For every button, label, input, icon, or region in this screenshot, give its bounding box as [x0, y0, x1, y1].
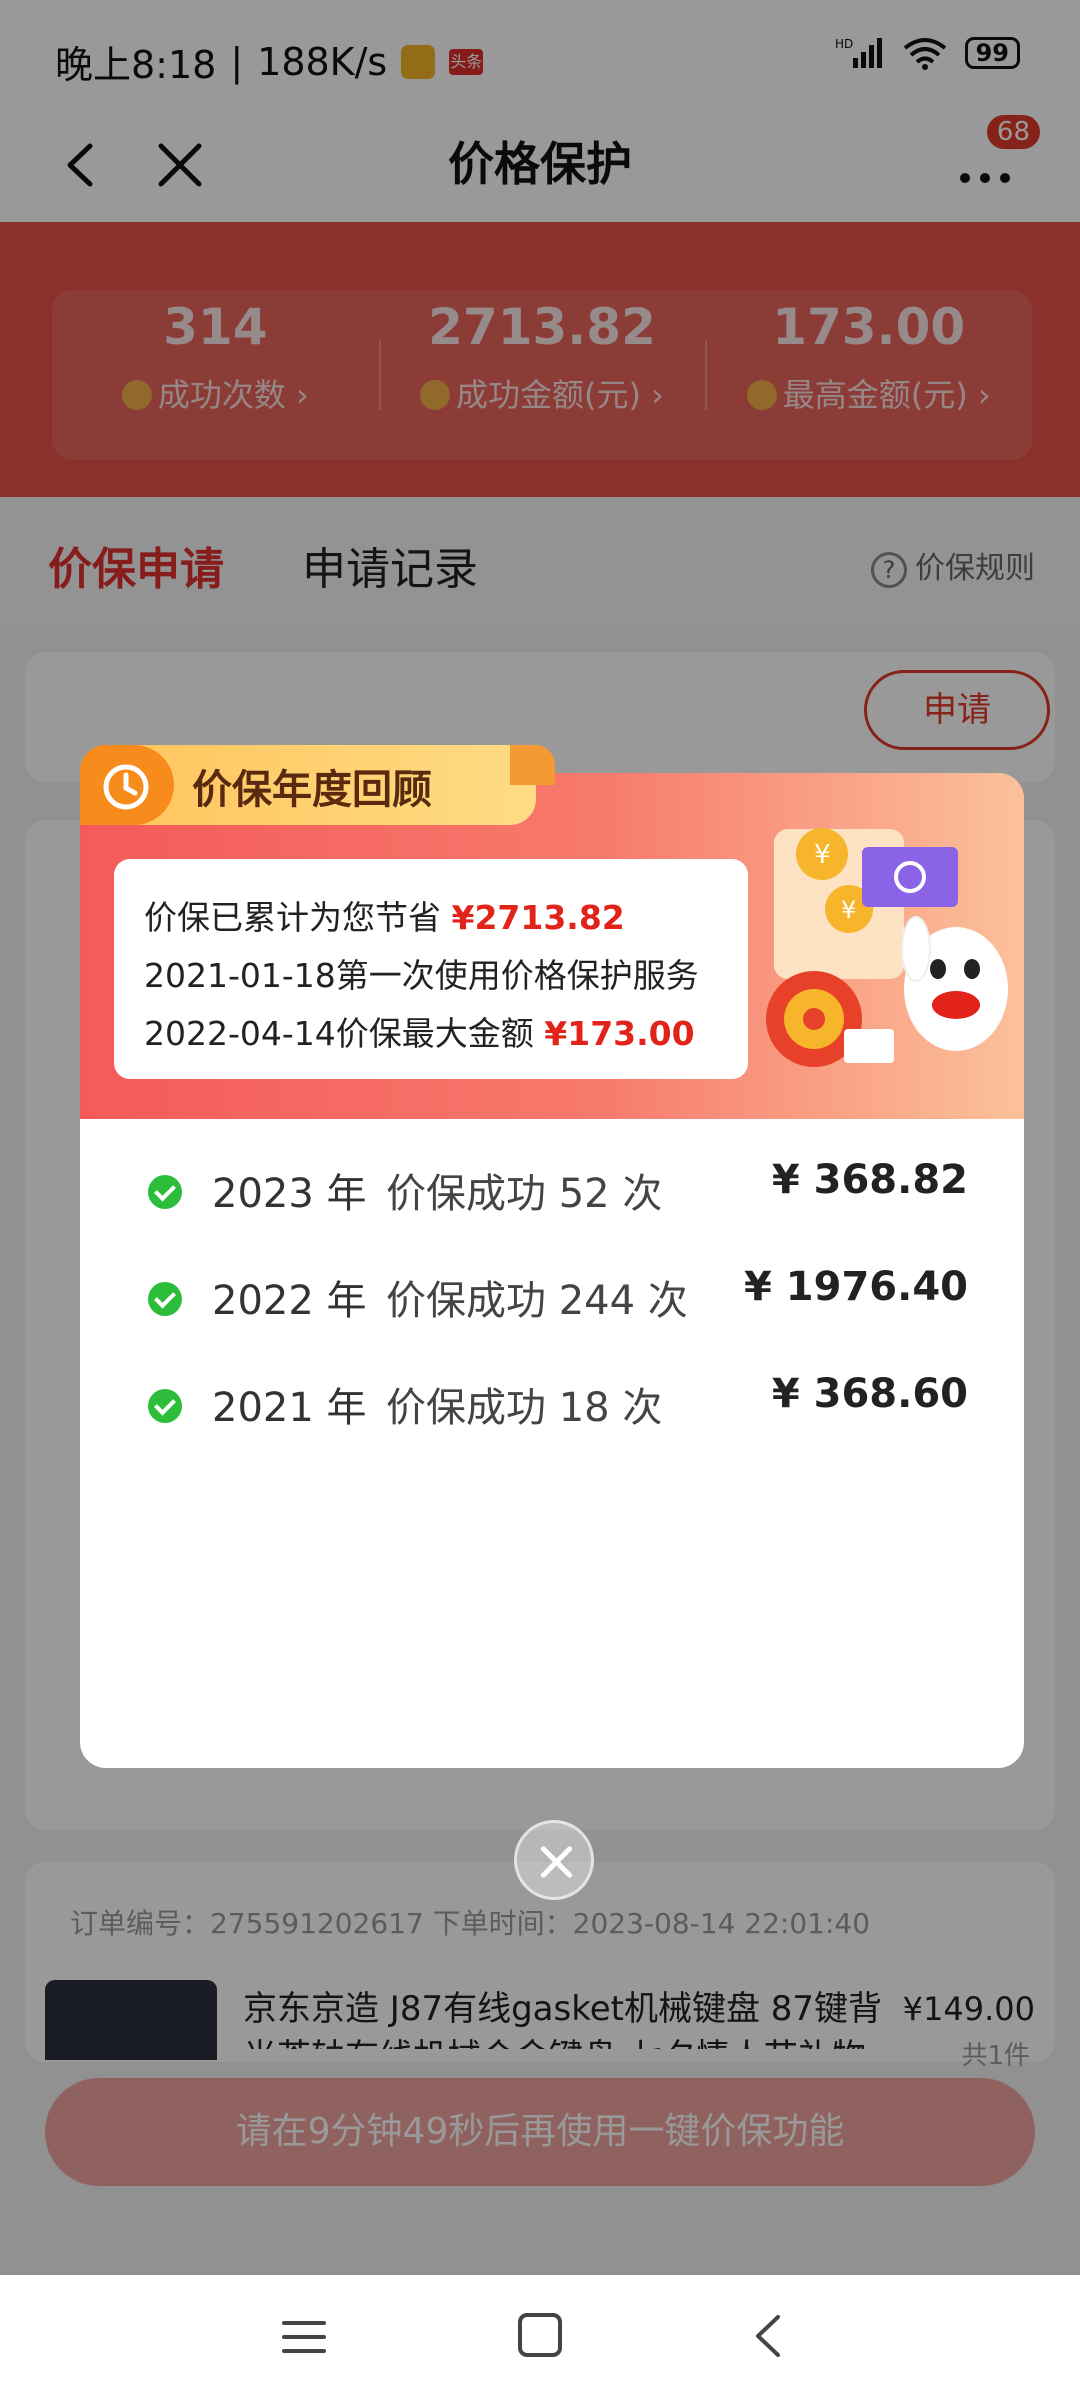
- check-icon: [148, 1389, 182, 1423]
- total-saved-line: 价保已累计为您节省 ¥2713.82: [144, 889, 718, 947]
- total-saved-prefix: 价保已累计为您节省: [144, 898, 452, 937]
- savings-summary: 价保已累计为您节省 ¥2713.82 2021-01-18第一次使用价格保护服务…: [114, 859, 748, 1079]
- year-label: 2022 年: [212, 1278, 367, 1324]
- home-icon[interactable]: [518, 2313, 562, 2357]
- ribbon-tail: [510, 745, 555, 785]
- year-row: 2022 年 价保成功 244 次 ¥ 1976.40: [148, 1264, 968, 1375]
- history-icon: [80, 745, 174, 825]
- svg-text:¥: ¥: [814, 840, 831, 870]
- year-label: 2023 年: [212, 1171, 367, 1217]
- max-amount-line: 2022-04-14价保最大金额 ¥173.00: [144, 1005, 718, 1063]
- annual-review-modal: 价保年度回顾 价保已累计为您节省 ¥2713.82 2021-01-18第一次使…: [80, 745, 1024, 1768]
- yearly-list: 2023 年 价保成功 52 次 ¥ 368.82 2022 年 价保成功 24…: [148, 1157, 968, 1482]
- system-nav-bar: [0, 2275, 1080, 2400]
- year-row: 2021 年 价保成功 18 次 ¥ 368.60: [148, 1371, 968, 1482]
- modal-close-button[interactable]: [514, 1820, 594, 1900]
- max-amount-value: ¥173.00: [544, 1014, 695, 1053]
- menu-icon[interactable]: [280, 2317, 328, 2357]
- first-use-line: 2021-01-18第一次使用价格保护服务: [144, 956, 699, 995]
- check-icon: [148, 1282, 182, 1316]
- mascot-illustration: ¥ ¥: [766, 828, 1008, 1067]
- system-back-icon[interactable]: [748, 2311, 788, 2361]
- max-amount-prefix: 2022-04-14价保最大金额: [144, 1014, 545, 1053]
- total-saved-amount: ¥2713.82: [451, 898, 625, 937]
- year-amount: ¥ 368.82: [771, 1157, 968, 1203]
- modal-title: 价保年度回顾: [192, 767, 432, 813]
- year-row: 2023 年 价保成功 52 次 ¥ 368.82: [148, 1157, 968, 1268]
- check-icon: [148, 1175, 182, 1209]
- svg-text:¥: ¥: [841, 896, 856, 924]
- year-desc: 价保成功 18 次: [386, 1385, 663, 1431]
- year-amount: ¥ 368.60: [771, 1371, 968, 1417]
- year-desc: 价保成功 52 次: [386, 1171, 663, 1217]
- year-desc: 价保成功 244 次: [386, 1278, 688, 1324]
- year-label: 2021 年: [212, 1385, 367, 1431]
- year-amount: ¥ 1976.40: [744, 1264, 968, 1310]
